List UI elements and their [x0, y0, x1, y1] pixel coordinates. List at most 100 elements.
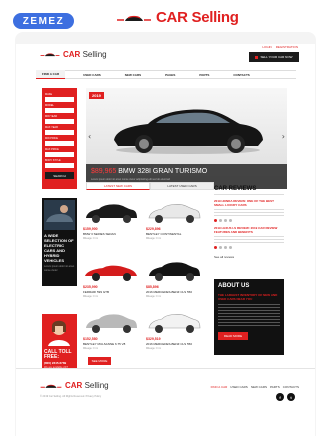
preview-logo-text: CAR Selling [156, 9, 239, 26]
nav-used-cars[interactable]: USED CARS [77, 71, 107, 79]
nav-pages[interactable]: PAGES [159, 71, 181, 79]
see-more-button[interactable]: SEE MORE [88, 357, 111, 365]
listing-card[interactable]: $235,990 FERRARI 599 GTB Mileage: 0 mi [83, 257, 138, 305]
about-subtitle: THE LARGEST INVENTORY OF NEW AND USED CA… [218, 293, 278, 301]
listing-name[interactable]: 2016 MERCEDES-BENZ CLS 550 [146, 342, 201, 346]
car-logo-icon [40, 53, 60, 57]
field-label-max-year: MAX YEAR [45, 126, 58, 129]
header-links: LOGIN REGISTRATION [262, 45, 298, 49]
listing-car-image [146, 309, 201, 335]
listing-car-image [83, 257, 138, 283]
hero-car-image [114, 109, 263, 154]
search-panel: MAKE MODEL MIN YEAR MAX YEAR MIN PRICE M… [42, 88, 77, 189]
listing-card[interactable]: $85,896 2016 MERCEDES-BENZ CLS 550 Milea… [146, 257, 201, 305]
support-agent-image [48, 320, 70, 346]
min-year-select[interactable] [45, 119, 74, 124]
read-more-button[interactable]: READ MORE [218, 332, 248, 340]
review-link[interactable]: 2019 LEXUS LS REVIEW: 2019 CAR REVIEW FE… [214, 226, 284, 234]
footer-nav-contacts[interactable]: CONTACTS [283, 385, 299, 389]
listing-card[interactable]: $229,896 BENTLEY CONTINENTAL Mileage: 0 … [146, 199, 201, 247]
about-us-panel: ABOUT US THE LARGEST INVENTORY OF NEW AN… [214, 279, 284, 355]
footer-nav-find-a-car[interactable]: FIND A CAR [211, 385, 228, 389]
listing-meta: Mileage: 0 mi [146, 295, 161, 298]
review-excerpt [214, 209, 284, 217]
twitter-icon[interactable]: t [287, 393, 295, 401]
hero-title: $89,965 BMW 328I GRAN TURISMO [91, 168, 208, 175]
preview-logo: CAR Selling [116, 9, 239, 26]
listing-meta: Mileage: 0 mi [83, 237, 98, 240]
listing-car-image [146, 257, 201, 283]
slider-prev-arrow[interactable]: ‹ [88, 132, 91, 141]
min-price-select[interactable] [45, 141, 74, 146]
listing-name[interactable]: BENTLEY MULSANNE 6.75 V8 [83, 342, 138, 346]
footer-logo-text: CAR Selling [65, 381, 109, 390]
promo-call-toll-free[interactable]: CALL TOLL FREE: (800) 2345-6789 We are a… [42, 314, 77, 374]
field-label-max-price: MAX PRICE [45, 148, 59, 151]
search-button[interactable]: SEARCH [45, 172, 74, 179]
promo-electric-text: Lorem ipsum dolor sit amet conse ctetur [44, 265, 75, 272]
body-style-select[interactable] [45, 163, 74, 168]
slider-next-arrow[interactable]: › [282, 132, 285, 141]
model-select[interactable] [45, 108, 74, 113]
field-label-min-year: MIN YEAR [45, 115, 58, 118]
registration-link[interactable]: REGISTRATION [276, 45, 298, 49]
main-nav: FIND A CAR USED CARS NEW CARS PAGES PART… [36, 70, 296, 79]
site-logo[interactable]: CAR Selling [40, 50, 107, 59]
site-footer: CAR Selling © 2019 Car Selling. All Righ… [16, 368, 315, 436]
sell-your-car-button[interactable]: SELL YOUR CAR NOW [249, 52, 299, 62]
max-year-select[interactable] [45, 130, 74, 135]
field-label-min-price: MIN PRICE [45, 137, 58, 140]
listing-name[interactable]: BMW 3 SERIES SEDAN [83, 232, 138, 236]
listing-card[interactable]: $152,580 BENTLEY MULSANNE 6.75 V8 Mileag… [83, 309, 138, 357]
nav-new-cars[interactable]: NEW CARS [119, 71, 147, 79]
listing-name[interactable]: 2016 MERCEDES-BENZ CLS 550 [146, 290, 201, 294]
listing-card[interactable]: $159,900 BMW 3 SERIES SEDAN Mileage: 0 m… [83, 199, 138, 247]
car-icon [255, 55, 259, 59]
review-link[interactable]: 2019 HONDA REVIEW: ONE OF THE BEST SMALL… [214, 199, 284, 207]
facebook-icon[interactable]: f [276, 393, 284, 401]
make-select[interactable] [45, 97, 74, 102]
footer-nav-parts[interactable]: PARTS [270, 385, 280, 389]
nav-parts[interactable]: PARTS [193, 71, 215, 79]
review-excerpt [214, 236, 284, 244]
footer-nav-used-cars[interactable]: USED CARS [230, 385, 248, 389]
nav-contacts[interactable]: CONTACTS [227, 71, 255, 79]
reviews-title: CAR REVIEWS [214, 186, 284, 195]
listing-price: $229,896 [146, 227, 161, 231]
listing-price: $152,580 [83, 337, 98, 341]
field-label-make: MAKE [45, 93, 53, 96]
field-label-model: MODEL [45, 104, 54, 107]
listing-car-image [83, 309, 138, 335]
tab-latest-new-cars[interactable]: LATEST NEW CARS [86, 182, 150, 190]
nav-find-a-car[interactable]: FIND A CAR [36, 70, 66, 79]
about-title: ABOUT US [218, 283, 250, 289]
car-reviews: CAR REVIEWS 2019 HONDA REVIEW: ONE OF TH… [214, 184, 284, 269]
social-links: f t [276, 393, 295, 401]
listing-car-image [83, 199, 138, 225]
car-logo-icon [40, 384, 62, 388]
promo-call-phone[interactable]: (800) 2345-6789 [44, 361, 75, 365]
listing-name[interactable]: BENTLEY CONTINENTAL [146, 232, 201, 236]
see-all-reviews-link[interactable]: See all reviews [214, 255, 284, 259]
electric-car-image [44, 200, 75, 230]
max-price-select[interactable] [45, 152, 74, 157]
zemez-badge[interactable]: ZEMEZ [13, 13, 74, 29]
tab-latest-used-cars[interactable]: LATEST USED CARS [150, 182, 214, 190]
listing-meta: Mileage: 0 mi [83, 347, 98, 350]
promo-electric-title: A WIDE SELECTION OF ELECTRIC CARS AND HY… [44, 233, 74, 263]
footer-nav: FIND A CAR USED CARS NEW CARS PARTS CONT… [211, 385, 299, 389]
review-rating [214, 219, 284, 222]
hero-slider: 2019 ‹ › $89,965 BMW 328I GRAN TURISMO L… [86, 88, 287, 189]
login-link[interactable]: LOGIN [262, 45, 271, 49]
footer-logo[interactable]: CAR Selling [40, 381, 109, 390]
review-rating [214, 246, 284, 249]
field-label-body-style: BODY STYLE [45, 159, 61, 162]
footer-nav-new-cars[interactable]: NEW CARS [251, 385, 267, 389]
hero-subtitle: Lorem ipsum dolor sit amet conse ctetur … [91, 178, 171, 181]
car-logo-icon [117, 15, 151, 21]
listing-card[interactable]: $329,519 2016 MERCEDES-BENZ CLS 550 Mile… [146, 309, 201, 357]
listing-name[interactable]: FERRARI 599 GTB [83, 290, 138, 294]
promo-electric-cars[interactable]: A WIDE SELECTION OF ELECTRIC CARS AND HY… [42, 198, 77, 286]
listing-tabs: LATEST NEW CARS LATEST USED CARS [86, 182, 214, 190]
listing-meta: Mileage: 0 mi [146, 237, 161, 240]
